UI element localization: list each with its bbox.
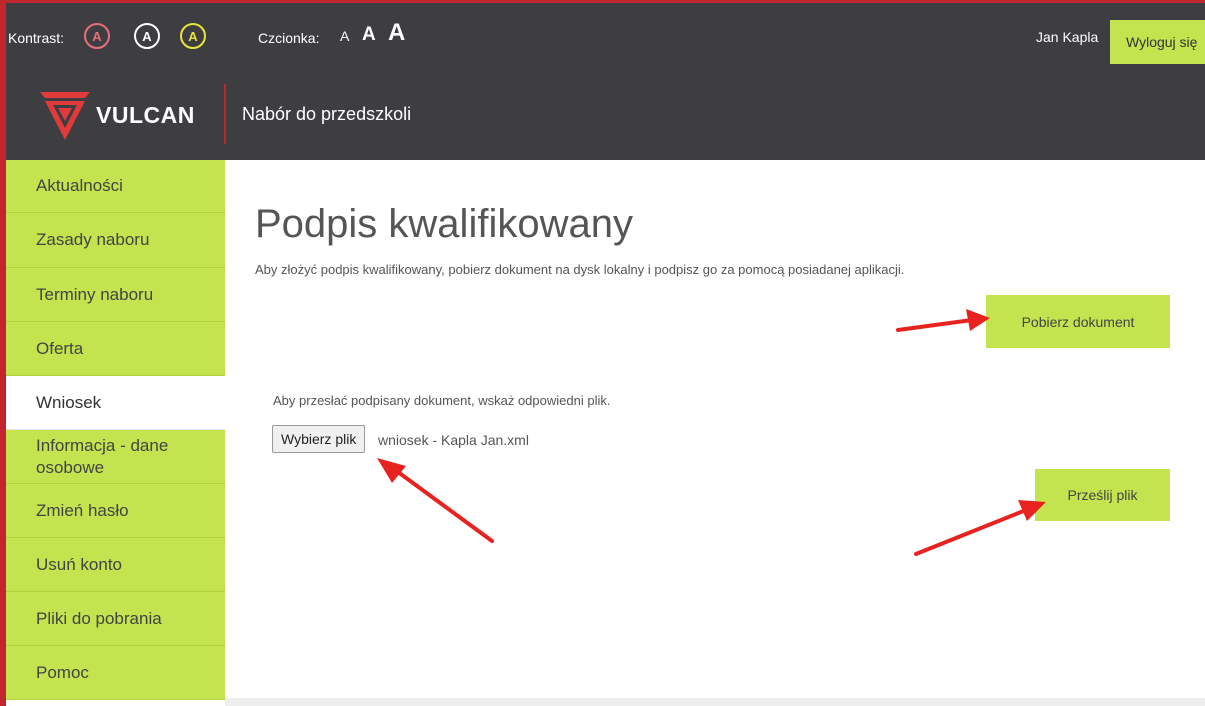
vulcan-logo[interactable]: VULCAN (38, 86, 228, 146)
page-title: Podpis kwalifikowany (255, 202, 633, 246)
header-divider (224, 84, 226, 144)
logo-text: VULCAN (96, 102, 195, 128)
sidebar-item-zmien-haslo[interactable]: Zmień hasło (6, 484, 225, 538)
sidebar-item-pliki-do-pobrania[interactable]: Pliki do pobrania (6, 592, 225, 646)
sidebar-item-terminy-naboru[interactable]: Terminy naboru (6, 268, 225, 322)
contrast-yellow-button[interactable]: A (180, 23, 206, 49)
font-size-label: Czcionka: (258, 30, 320, 46)
sidebar-item-oferta[interactable]: Oferta (6, 322, 225, 376)
top-bar: Kontrast: A A A Czcionka: A A A Jan Kapl… (6, 3, 1205, 68)
font-size-small-button[interactable]: A (340, 29, 349, 43)
upload-instructions: Aby przesłać podpisany dokument, wskaż o… (273, 393, 611, 408)
app-window: Kontrast: A A A Czcionka: A A A Jan Kapl… (0, 0, 1205, 706)
signature-instructions: Aby złożyć podpis kwalifikowany, pobierz… (255, 262, 905, 277)
font-size-large-button[interactable]: A (388, 21, 405, 45)
logout-button[interactable]: Wyloguj się (1110, 20, 1205, 64)
contrast-red-button[interactable]: A (84, 23, 110, 49)
user-name: Jan Kapla (1036, 29, 1099, 45)
chosen-file-name: wniosek - Kapla Jan.xml (378, 432, 529, 448)
sidebar-item-informacja-dane-osobowe[interactable]: Informacja - dane osobowe (6, 430, 225, 484)
footer-strip (225, 698, 1205, 706)
sidebar-item-wniosek[interactable]: Wniosek (6, 376, 225, 430)
main-content: Podpis kwalifikowany Aby złożyć podpis k… (225, 160, 1205, 706)
sidebar-nav: Aktualności Zasady naboru Terminy naboru… (6, 160, 225, 706)
choose-file-button[interactable]: Wybierz plik (272, 425, 366, 453)
sidebar-item-usun-konto[interactable]: Usuń konto (6, 538, 225, 592)
send-file-button[interactable]: Prześlij plik (1035, 469, 1170, 521)
contrast-label: Kontrast: (8, 30, 65, 46)
frame-border-left (0, 0, 6, 706)
frame-border-top (0, 0, 1205, 3)
sidebar-item-pomoc[interactable]: Pomoc (6, 646, 225, 700)
sidebar-item-zasady-naboru[interactable]: Zasady naboru (6, 213, 225, 268)
font-size-medium-button[interactable]: A (362, 25, 376, 44)
contrast-white-button[interactable]: A (134, 23, 160, 49)
app-header: VULCAN Nabór do przedszkoli (6, 68, 1205, 160)
app-title: Nabór do przedszkoli (242, 104, 412, 124)
sidebar-item-aktualnosci[interactable]: Aktualności (6, 160, 225, 213)
vulcan-shield-icon (40, 92, 90, 140)
download-document-button[interactable]: Pobierz dokument (986, 295, 1170, 348)
